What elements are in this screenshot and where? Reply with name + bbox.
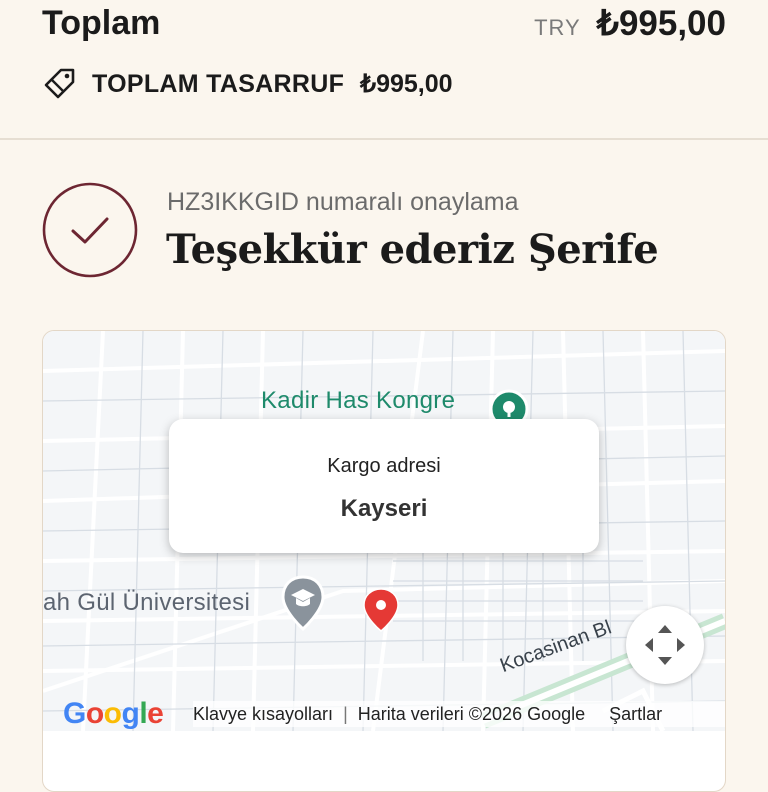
google-logo-letter: o [85,697,104,730]
poi-university-label: ah Gül Üniversitesi [43,589,251,616]
keyboard-shortcuts-link[interactable]: Klavye kısayolları [193,704,333,725]
map-data-link[interactable]: Harita verileri ©2026 Google [358,704,585,725]
google-logo-letter: g [121,697,140,730]
popup-title: Kargo adresi [327,455,441,477]
fullscreen-icon [645,625,685,665]
savings-amount: ₺995,00 [360,70,453,98]
thank-you-heading: Teşekkür ederiz Şerife [166,226,659,273]
currency-code: TRY [534,15,581,40]
savings-label: TOPLAM TASARRUF [92,69,345,98]
confirmation-number: HZ3IKKGID numaralı onaylama [167,188,519,216]
map-attribution: Klavye kısayolları | Harita verileri ©20… [193,701,725,727]
google-logo: Google [63,697,164,731]
map-view[interactable]: Kadir Has Kongre ah Gül Üniversitesi Koc… [43,331,725,731]
map-footer: Google Klavye kısayolları | Harita veril… [43,697,725,731]
total-savings-row: TOPLAM TASARRUF ₺995,00 [42,64,453,104]
link-separator: | [343,703,348,724]
section-divider [0,138,768,140]
total-amount-group: TRY ₺995,00 [534,4,726,44]
google-logo-letter: l [139,697,148,730]
order-total-row: Toplam TRY ₺995,00 [42,0,726,48]
total-amount: ₺995,00 [596,4,726,43]
total-label: Toplam [42,4,161,42]
tag-icon [44,68,75,99]
terms-link[interactable]: Şartlar [609,704,662,725]
google-logo-letter: e [147,697,164,730]
poi-kadir-has-label: Kadir Has Kongre [261,387,456,414]
google-logo-letter: o [103,697,122,730]
shipping-address-popup: Kargo adresi Kayseri [169,419,599,553]
map-pin-icon[interactable] [361,587,401,633]
popup-city: Kayseri [340,495,428,522]
checkmark-circle-icon [42,182,138,278]
fullscreen-button[interactable] [626,606,704,684]
google-logo-letter: G [63,697,86,730]
graduation-cap-icon[interactable] [279,575,327,631]
shipping-map-card: Kadir Has Kongre ah Gül Üniversitesi Koc… [42,330,726,792]
